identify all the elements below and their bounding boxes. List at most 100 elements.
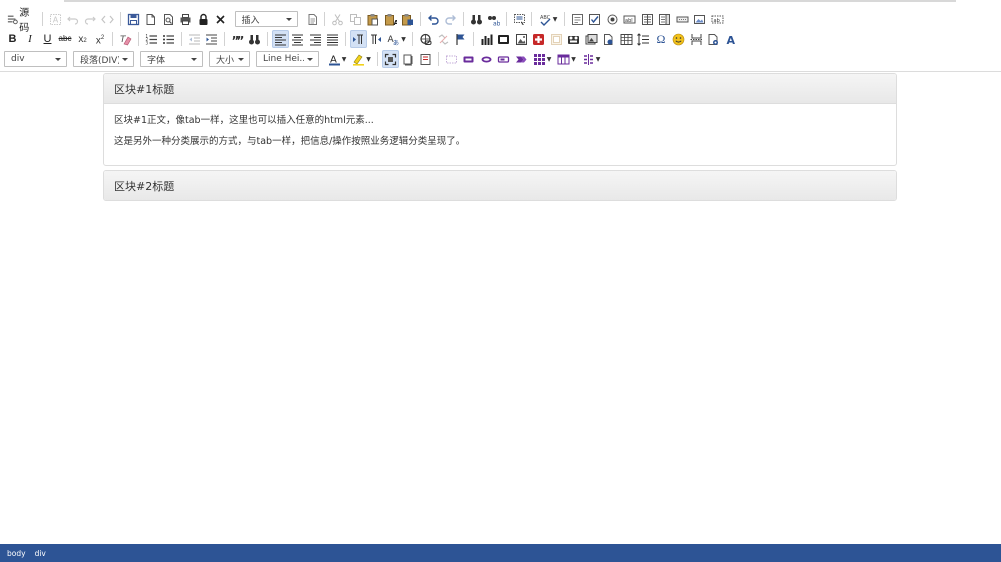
iframe-button[interactable] bbox=[548, 30, 565, 48]
source-button[interactable]: 源码 bbox=[4, 8, 38, 34]
code-snippet-button[interactable] bbox=[99, 10, 116, 28]
superscript-button[interactable]: x2 bbox=[92, 30, 109, 48]
save-button[interactable] bbox=[125, 10, 142, 28]
flash-button[interactable] bbox=[495, 30, 512, 48]
new-page-button[interactable] bbox=[142, 10, 159, 28]
paste-text-button[interactable]: A bbox=[382, 10, 399, 28]
widget-button-4[interactable] bbox=[513, 50, 530, 68]
copy-button[interactable] bbox=[347, 10, 364, 28]
gallery-button[interactable] bbox=[583, 30, 600, 48]
lock-button[interactable] bbox=[195, 10, 212, 28]
print-button[interactable] bbox=[177, 10, 194, 28]
format-dropdown-label: div bbox=[11, 54, 25, 64]
align-left-button[interactable] bbox=[271, 30, 289, 48]
page-break-button[interactable] bbox=[688, 30, 705, 48]
paragraph-dropdown[interactable]: 段落(DIV) bbox=[73, 51, 134, 67]
language-button[interactable]: A あ ▼ bbox=[385, 30, 409, 48]
checkbox-button[interactable] bbox=[586, 10, 603, 28]
paste-word-button[interactable] bbox=[399, 10, 416, 28]
line-height-dropdown[interactable]: Line Hei... bbox=[256, 51, 319, 67]
layout-button[interactable]: ▼ bbox=[579, 50, 603, 68]
maximize-button[interactable] bbox=[382, 50, 399, 68]
panel-2-header[interactable]: 区块#2标题 bbox=[104, 171, 896, 200]
panel-1-header[interactable]: 区块#1标题 bbox=[104, 74, 896, 104]
background-color-button[interactable]: ▼ bbox=[350, 50, 374, 68]
select-all-button[interactable] bbox=[511, 10, 528, 28]
underline-button[interactable]: U bbox=[39, 30, 56, 48]
redo-format-button[interactable] bbox=[82, 10, 99, 28]
iframe-icon bbox=[550, 33, 562, 45]
textarea-button[interactable] bbox=[639, 10, 656, 28]
redo-button[interactable] bbox=[442, 10, 459, 28]
rtl-direction-button[interactable] bbox=[367, 30, 384, 48]
widget-button-2[interactable] bbox=[478, 50, 495, 68]
align-right-button[interactable] bbox=[307, 30, 324, 48]
grid-button[interactable]: ▼ bbox=[530, 50, 554, 68]
image-button-insert[interactable] bbox=[691, 10, 708, 28]
remove-format-button[interactable]: T bbox=[117, 30, 134, 48]
bold-button[interactable]: B bbox=[4, 30, 21, 48]
columns-button[interactable]: ▼ bbox=[555, 50, 579, 68]
button-field-button[interactable] bbox=[674, 10, 691, 28]
spellcheck-button[interactable]: ABC ▼ bbox=[536, 10, 560, 28]
undo-format-button[interactable] bbox=[64, 10, 81, 28]
preview-doc-button[interactable] bbox=[417, 50, 434, 68]
div-container-button[interactable] bbox=[443, 50, 460, 68]
undo-button[interactable] bbox=[425, 10, 442, 28]
preview-button[interactable] bbox=[160, 10, 177, 28]
strikethrough-button[interactable]: abc bbox=[57, 30, 74, 48]
unlink-button[interactable] bbox=[435, 30, 452, 48]
replace-button[interactable]: abc bbox=[485, 10, 502, 28]
special-insert-button[interactable] bbox=[530, 30, 547, 48]
image-button[interactable] bbox=[513, 30, 530, 48]
text-color-button[interactable]: A ▼ bbox=[325, 50, 349, 68]
blockquote-button[interactable]: ”” bbox=[229, 30, 246, 48]
text-field-button[interactable]: abl bbox=[621, 10, 638, 28]
align-justify-button[interactable] bbox=[324, 30, 341, 48]
special-char-button[interactable]: Ω bbox=[653, 30, 670, 48]
hidden-field-button[interactable]: ab bbox=[709, 10, 726, 28]
insert-dropdown[interactable]: 插入 bbox=[234, 11, 298, 27]
auto-format-button[interactable]: A bbox=[47, 10, 64, 28]
table-button[interactable] bbox=[618, 30, 635, 48]
panel-1-body[interactable]: 区块#1正文，像tab一样，这里也可以插入任意的html元素... 这是另外一种… bbox=[104, 104, 896, 156]
find-text-button[interactable] bbox=[246, 30, 263, 48]
path-item-div[interactable]: div bbox=[35, 549, 46, 558]
show-blocks-button[interactable] bbox=[400, 50, 417, 68]
select-field-button[interactable] bbox=[656, 10, 673, 28]
separator bbox=[180, 32, 182, 46]
anchor-button[interactable] bbox=[452, 30, 469, 48]
numbered-list-button[interactable]: 123 bbox=[143, 30, 160, 48]
bulleted-list-button[interactable] bbox=[160, 30, 177, 48]
chart-button[interactable] bbox=[478, 30, 495, 48]
font-dropdown[interactable]: 字体 bbox=[140, 51, 203, 67]
form-button[interactable] bbox=[569, 10, 586, 28]
page-info-button[interactable] bbox=[705, 30, 722, 48]
attachment-button[interactable] bbox=[600, 30, 617, 48]
format-dropdown[interactable]: div bbox=[4, 51, 67, 67]
size-dropdown[interactable]: 大小 bbox=[209, 51, 250, 67]
link-button[interactable] bbox=[417, 30, 434, 48]
emoji-button[interactable] bbox=[670, 30, 687, 48]
template-button[interactable] bbox=[304, 10, 321, 28]
radio-button-insert[interactable] bbox=[604, 10, 621, 28]
align-center-button[interactable] bbox=[289, 30, 306, 48]
text-color-style-button[interactable]: A bbox=[723, 30, 740, 48]
widget-button-1[interactable] bbox=[460, 50, 477, 68]
video-button[interactable] bbox=[565, 30, 582, 48]
checkbox-icon bbox=[589, 13, 600, 25]
cut-button[interactable] bbox=[329, 10, 346, 28]
chevron-down-icon bbox=[122, 57, 128, 61]
ltr-direction-button[interactable] bbox=[349, 30, 367, 48]
find-button[interactable] bbox=[468, 10, 485, 28]
italic-button[interactable]: I bbox=[22, 30, 39, 48]
outdent-button[interactable] bbox=[186, 30, 203, 48]
indent-button[interactable] bbox=[203, 30, 220, 48]
widget-button-3[interactable] bbox=[495, 50, 512, 68]
path-item-body[interactable]: body bbox=[7, 549, 26, 558]
subscript-button[interactable]: x2 bbox=[74, 30, 91, 48]
separator bbox=[462, 12, 464, 26]
close-button[interactable] bbox=[212, 10, 229, 28]
paste-button[interactable] bbox=[364, 10, 381, 28]
line-spacing-button[interactable] bbox=[635, 30, 652, 48]
